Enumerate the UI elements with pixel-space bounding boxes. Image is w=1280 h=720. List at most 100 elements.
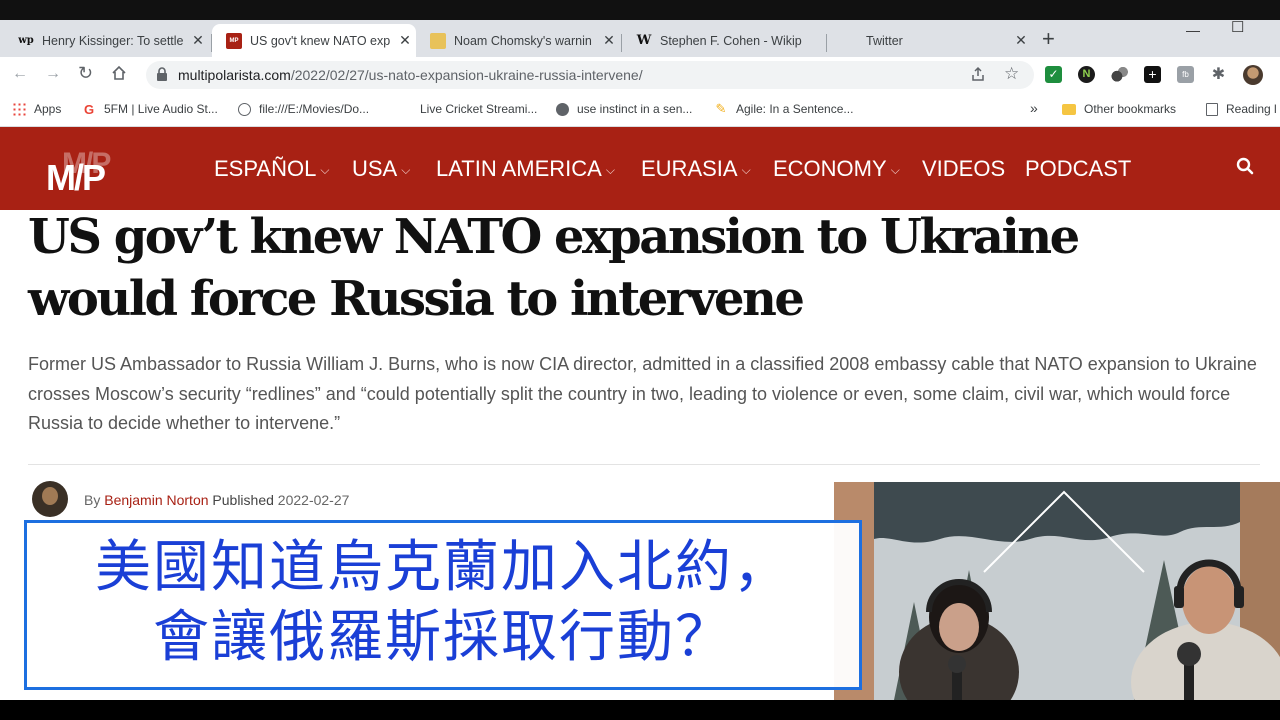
twitter-bird-icon: [842, 33, 858, 49]
menu-latin-america[interactable]: LATIN AMERICA ⌵: [436, 156, 615, 182]
tab-kissinger[interactable]: wp Henry Kissinger: To settle ✕: [4, 24, 209, 57]
menu-label: LATIN AMERICA: [436, 156, 602, 181]
menu-label: VIDEOS: [922, 156, 1006, 181]
bookmark-instinct[interactable]: use instinct in a sen...: [556, 102, 692, 116]
bookmarks-bar: Apps G 5FM | Live Audio St... file:///E:…: [0, 93, 1280, 127]
tab-title: Twitter: [866, 33, 903, 48]
chevron-down-icon: ⌵: [605, 162, 615, 177]
menu-eurasia[interactable]: EURASIA ⌵: [641, 156, 751, 182]
site-navigation: M/P M/P ESPAÑOL ⌵ USA ⌵ LATIN AMERICA ⌵ EUR…: [0, 127, 1280, 210]
tab-strip: wp Henry Kissinger: To settle ✕ MP US go…: [0, 18, 1280, 57]
bookmarks-overflow-button[interactable]: »: [1030, 100, 1038, 116]
site-logo[interactable]: M/P M/P: [46, 147, 146, 198]
share-icon[interactable]: [970, 66, 986, 87]
url-text: multipolarista.com/2022/02/27/us-nato-ex…: [178, 67, 643, 83]
bookmark-5fm[interactable]: G 5FM | Live Audio St...: [82, 101, 218, 117]
subtitle-line-2: 會讓俄羅斯採取行動？: [153, 605, 733, 670]
lock-icon[interactable]: [156, 67, 168, 86]
search-icon[interactable]: [1236, 157, 1254, 180]
bookmark-label: Other bookmarks: [1084, 102, 1177, 116]
circles-extension-icon[interactable]: [1111, 66, 1128, 83]
subtitle-line-1: 美國知道烏克蘭加入北約，: [95, 535, 791, 600]
byline: By Benjamin Norton Published 2022-02-27: [84, 492, 349, 508]
back-arrow-icon[interactable]: ←: [12, 65, 28, 83]
bookmark-label: 5FM | Live Audio St...: [104, 102, 218, 116]
bookmark-file[interactable]: file:///E:/Movies/Do...: [238, 102, 369, 116]
menu-podcast[interactable]: PODCAST: [1025, 156, 1131, 182]
pencil-icon: ✎: [715, 101, 727, 116]
close-icon[interactable]: ✕: [187, 32, 209, 49]
by-label: By: [84, 492, 101, 508]
tab-twitter[interactable]: Twitter ✕: [828, 24, 1032, 57]
minimize-icon[interactable]: —: [1186, 22, 1200, 38]
reading-list-button[interactable]: Reading l: [1206, 102, 1277, 116]
apps-grid-icon: [12, 102, 26, 116]
n-extension-icon[interactable]: N: [1078, 66, 1095, 83]
author-link[interactable]: Benjamin Norton: [104, 492, 208, 508]
address-bar[interactable]: multipolarista.com/2022/02/27/us-nato-ex…: [146, 61, 1034, 89]
menu-label: ESPAÑOL: [214, 156, 317, 181]
tab-cohen-wikipedia[interactable]: W Stephen F. Cohen - Wikip: [622, 24, 826, 57]
forward-arrow-icon[interactable]: →: [45, 65, 61, 83]
globe-icon: [556, 102, 569, 116]
bookmark-cricket[interactable]: Live Cricket Streami...: [398, 102, 537, 116]
chevron-down-icon: ⌵: [890, 162, 900, 177]
tab-title: US gov't knew NATO exp: [250, 33, 391, 48]
tab-title: Stephen F. Cohen - Wikip: [660, 33, 802, 48]
close-icon[interactable]: ✕: [394, 32, 416, 49]
close-icon[interactable]: ✕: [1010, 32, 1032, 49]
other-bookmarks-folder[interactable]: Other bookmarks: [1062, 102, 1176, 116]
bookmark-label: Live Cricket Streami...: [420, 102, 538, 116]
chinese-subtitle-overlay: 美國知道烏克蘭加入北約， 會讓俄羅斯採取行動？: [24, 520, 862, 690]
plus-extension-icon[interactable]: +: [1144, 66, 1161, 83]
video-top-bar: [0, 0, 1280, 20]
menu-videos[interactable]: VIDEOS: [922, 156, 1005, 182]
globe-icon: [238, 102, 251, 116]
tab-separator: [826, 34, 827, 52]
maximize-icon[interactable]: ☐: [1231, 18, 1244, 36]
url-path: /2022/02/27/us-nato-expansion-ukraine-ru…: [290, 67, 643, 83]
omnibar: ← → ↻ multipolarista.com/2022/02/27/us-n…: [0, 57, 1280, 93]
tab-title: Noam Chomsky's warnin: [454, 33, 592, 48]
publish-date: 2022-02-27: [277, 492, 350, 508]
google-icon: G: [83, 101, 95, 117]
home-icon[interactable]: [111, 65, 127, 86]
bookmark-apps[interactable]: Apps: [12, 102, 61, 116]
chevron-down-icon: ⌵: [401, 162, 411, 177]
tab-multipolarista[interactable]: MP US gov't knew NATO exp ✕: [212, 24, 416, 57]
grey-extension-icon[interactable]: fb: [1177, 66, 1194, 83]
reload-icon[interactable]: ↻: [78, 63, 93, 84]
tab-title: Henry Kissinger: To settle: [42, 33, 184, 48]
folder-icon: [1062, 103, 1076, 115]
menu-label: USA: [352, 156, 398, 181]
bookmark-label: Agile: In a Sentence...: [736, 102, 854, 116]
chevron-down-icon: ⌵: [741, 162, 751, 177]
close-icon[interactable]: ✕: [598, 32, 620, 49]
menu-usa[interactable]: USA ⌵: [352, 156, 410, 182]
menu-label: PODCAST: [1025, 156, 1132, 181]
divider: [28, 464, 1260, 465]
bookmark-label: Apps: [34, 102, 62, 116]
author-avatar[interactable]: [32, 481, 68, 517]
menu-espanol[interactable]: ESPAÑOL ⌵: [214, 156, 329, 182]
tab-chomsky[interactable]: Noam Chomsky's warnin ✕: [416, 24, 620, 57]
star-icon[interactable]: ☆: [1004, 64, 1019, 84]
menu-label: EURASIA: [641, 156, 738, 181]
news-icon: [430, 32, 446, 49]
menu-label: ECONOMY: [773, 156, 887, 181]
menu-economy[interactable]: ECONOMY ⌵: [773, 156, 900, 182]
bookmark-label: Reading l: [1226, 102, 1277, 116]
puzzle-extensions-icon[interactable]: ✱: [1210, 66, 1227, 83]
checkmark-extension-icon[interactable]: ✓: [1045, 66, 1062, 83]
logo-text: M/P: [46, 157, 106, 198]
article-summary: Former US Ambassador to Russia William J…: [28, 354, 1257, 433]
url-host: multipolarista.com: [178, 67, 291, 83]
wikipedia-icon: W: [636, 33, 652, 48]
new-tab-button[interactable]: +: [1042, 26, 1055, 52]
blank-page-icon: [398, 102, 412, 116]
bookmark-agile[interactable]: ✎ Agile: In a Sentence...: [714, 101, 854, 116]
bookmark-label: use instinct in a sen...: [577, 102, 693, 116]
bookmark-label: file:///E:/Movies/Do...: [259, 102, 370, 116]
profile-avatar[interactable]: [1243, 65, 1263, 85]
chevron-down-icon: ⌵: [320, 162, 330, 177]
